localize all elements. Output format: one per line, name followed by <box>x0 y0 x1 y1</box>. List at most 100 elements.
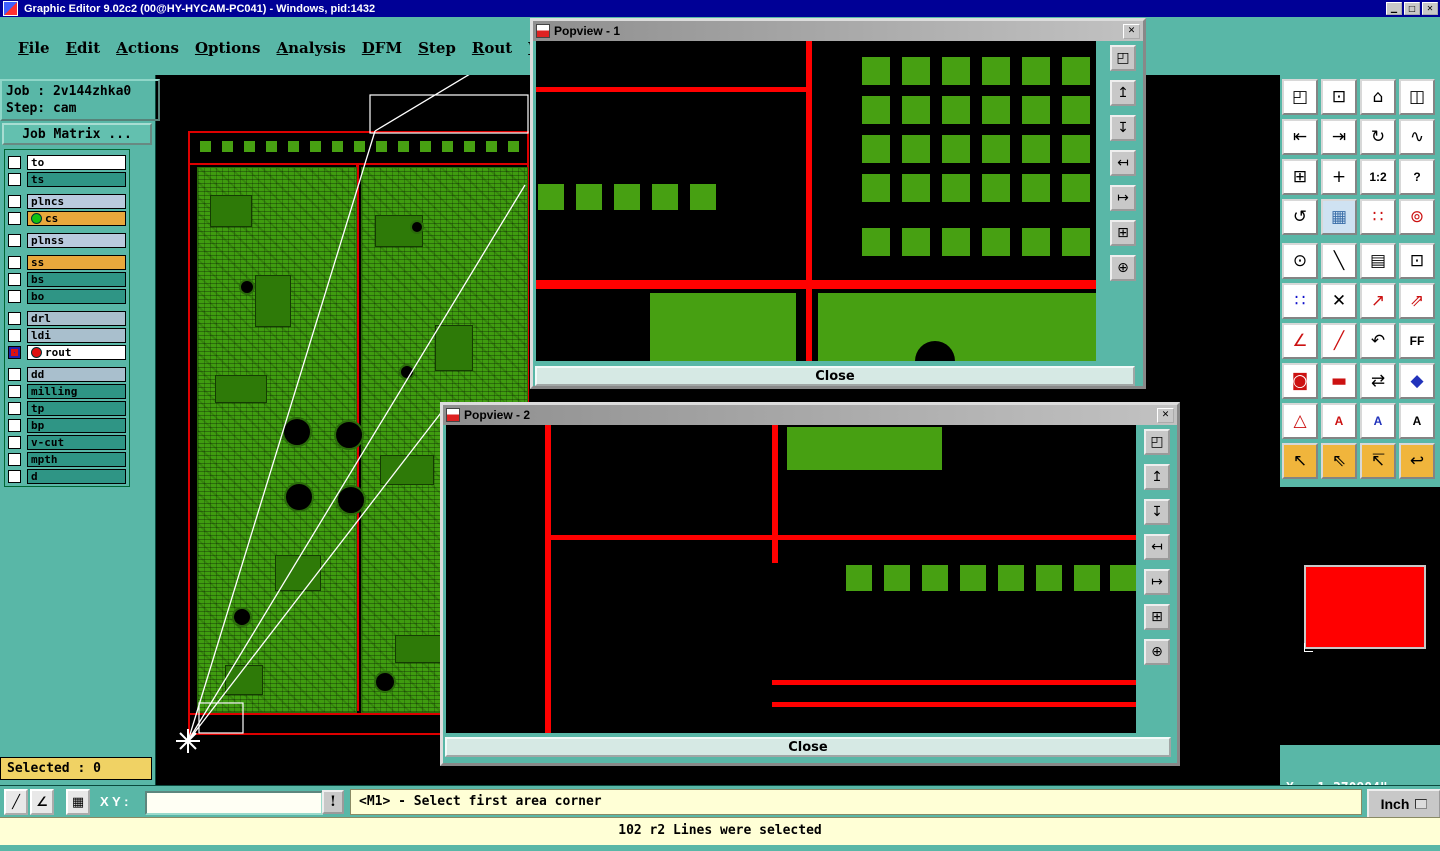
redraw-icon[interactable]: ↺ <box>1282 199 1318 235</box>
minimize-icon[interactable]: ▁ <box>1386 2 1402 15</box>
home-view-icon[interactable]: ⌂ <box>1360 79 1396 115</box>
pad-blue-red-icon[interactable]: ∷ <box>1282 283 1318 319</box>
popview-1-titlebar[interactable]: Popview - 1 ✕ <box>533 21 1143 41</box>
popview-1-canvas[interactable] <box>536 41 1104 361</box>
copy-window-icon[interactable]: ◰ <box>1282 79 1318 115</box>
pan-center-icon[interactable]: + <box>1321 159 1357 195</box>
layer-bar-ss[interactable]: ss <box>27 255 126 270</box>
angle-measure-icon[interactable]: ∠ <box>30 789 54 815</box>
mirror-text-icon[interactable]: FF <box>1399 323 1435 359</box>
popview-1-center-view-icon[interactable]: ⊕ <box>1110 255 1136 281</box>
layer-bar-bp[interactable]: bp <box>27 418 126 433</box>
popview-2-pan-down-icon[interactable]: ↧ <box>1144 499 1170 525</box>
popview-2-popout-icon[interactable]: ◰ <box>1144 429 1170 455</box>
job-matrix-button[interactable]: Job Matrix ... <box>2 123 152 145</box>
layer-checkbox-d[interactable] <box>8 470 21 483</box>
popview-1-pan-up-icon[interactable]: ↥ <box>1110 80 1136 106</box>
layer-bar-rout[interactable]: rout <box>27 345 126 360</box>
popview-2-pan-up-icon[interactable]: ↥ <box>1144 464 1170 490</box>
layer-bar-bs[interactable]: bs <box>27 272 126 287</box>
ruler-icon[interactable]: ▤ <box>1360 243 1396 279</box>
units-button[interactable]: Inch <box>1367 789 1440 819</box>
pad-frame-icon[interactable]: ◙ <box>1282 363 1318 399</box>
layer-bar-plnss[interactable]: plnss <box>27 233 126 248</box>
menu-file[interactable]: File <box>10 37 58 59</box>
layer-bar-bo[interactable]: bo <box>27 289 126 304</box>
query-cursor-icon[interactable]: ⇖ <box>1321 443 1357 479</box>
line-draw-icon[interactable]: ╱ <box>1321 323 1357 359</box>
zoom-window-icon[interactable]: ⊞ <box>1282 159 1318 195</box>
layer-checkbox-bp[interactable] <box>8 419 21 432</box>
copy-vertex-icon[interactable]: ⇗ <box>1399 283 1435 319</box>
layer-checkbox-plncs[interactable] <box>8 195 21 208</box>
layer-checkbox-ss[interactable] <box>8 256 21 269</box>
popview-1-close-icon[interactable]: ✕ <box>1123 23 1140 39</box>
origin-mark-icon[interactable]: ⊙ <box>1282 243 1318 279</box>
layer-bar-plncs[interactable]: plncs <box>27 194 126 209</box>
popview-2-close-button[interactable]: Close <box>445 737 1171 757</box>
layer-bar-milling[interactable]: milling <box>27 384 126 399</box>
layer-bar-cs[interactable]: cs <box>27 211 126 226</box>
undo-arc-icon[interactable]: ↶ <box>1360 323 1396 359</box>
layer-sequence-icon[interactable]: ∿ <box>1399 119 1435 155</box>
layer-checkbox-to[interactable] <box>8 156 21 169</box>
layer-checkbox-tp[interactable] <box>8 402 21 415</box>
slot-icon[interactable]: ▬ <box>1321 363 1357 399</box>
layer-bar-ts[interactable]: ts <box>27 172 126 187</box>
popview-2-pan-right-icon[interactable]: ↦ <box>1144 569 1170 595</box>
layer-checkbox-cs[interactable] <box>8 212 21 225</box>
pad-pair-icon[interactable]: ∷ <box>1360 199 1396 235</box>
resize-box-icon[interactable]: ⇄ <box>1360 363 1396 399</box>
layer-bar-dd[interactable]: dd <box>27 367 126 382</box>
popview-1-pan-left-icon[interactable]: ↤ <box>1110 150 1136 176</box>
layer-checkbox-bo[interactable] <box>8 290 21 303</box>
zoom-ratio-button[interactable]: 1:2 <box>1360 159 1396 195</box>
popview-2-canvas[interactable] <box>446 425 1136 733</box>
screen-view-icon[interactable]: ⊡ <box>1321 79 1357 115</box>
popview-1-close-button[interactable]: Close <box>535 366 1135 386</box>
layer-checkbox-plnss[interactable] <box>8 234 21 247</box>
maximize-icon[interactable]: □ <box>1404 2 1420 15</box>
grid-snap-icon[interactable]: ▦ <box>66 789 90 815</box>
layer-bar-mpth[interactable]: mpth <box>27 452 126 467</box>
grid-toggle-icon[interactable]: ▦ <box>1321 199 1357 235</box>
popview-1-zoom-fit-icon[interactable]: ⊞ <box>1110 220 1136 246</box>
draw-pen-icon[interactable]: ╲ <box>1321 243 1357 279</box>
popview-1-pan-right-icon[interactable]: ↦ <box>1110 185 1136 211</box>
chain-cursor-icon[interactable]: ↩ <box>1399 443 1435 479</box>
surface-fill-icon[interactable]: ◆ <box>1399 363 1435 399</box>
dotted-frame-icon[interactable]: ⊡ <box>1399 243 1435 279</box>
alert-button[interactable]: ! <box>322 790 344 814</box>
menu-dfm[interactable]: DFM <box>354 37 410 59</box>
move-vertex-icon[interactable]: ↗ <box>1360 283 1396 319</box>
layer-checkbox-milling[interactable] <box>8 385 21 398</box>
layer-bar-d[interactable]: d <box>27 469 126 484</box>
help-button[interactable]: ? <box>1399 159 1435 195</box>
zoom-in-screen-icon[interactable]: ⇤ <box>1282 119 1318 155</box>
popview-1-popout-icon[interactable]: ◰ <box>1110 45 1136 71</box>
menu-edit[interactable]: Edit <box>58 37 109 59</box>
popview-2-zoom-fit-icon[interactable]: ⊞ <box>1144 604 1170 630</box>
triangle-outline-icon[interactable]: △ <box>1282 403 1318 439</box>
layer-bar-tp[interactable]: tp <box>27 401 126 416</box>
layer-checkbox-bs[interactable] <box>8 273 21 286</box>
popview-2-close-icon[interactable]: ✕ <box>1157 407 1174 423</box>
rotate-view-icon[interactable]: ↻ <box>1360 119 1396 155</box>
menu-actions[interactable]: Actions <box>108 37 187 59</box>
layer-bar-to[interactable]: to <box>27 155 126 170</box>
layer-checkbox-mpth[interactable] <box>8 453 21 466</box>
popview-2-center-view-icon[interactable]: ⊕ <box>1144 639 1170 665</box>
text-baseline-icon[interactable]: A <box>1399 403 1435 439</box>
layer-checkbox-rout[interactable] <box>8 346 21 359</box>
delete-x-icon[interactable]: ✕ <box>1321 283 1357 319</box>
xy-input[interactable] <box>145 791 323 815</box>
line-select-icon[interactable]: ╱ <box>4 789 28 815</box>
select-cursor-icon[interactable]: ↖ <box>1282 443 1318 479</box>
layer-bar-drl[interactable]: drl <box>27 311 126 326</box>
layer-checkbox-dd[interactable] <box>8 368 21 381</box>
text-marker-blue-icon[interactable]: A <box>1360 403 1396 439</box>
layer-bar-v-cut[interactable]: v-cut <box>27 435 126 450</box>
popview-2-pan-left-icon[interactable]: ↤ <box>1144 534 1170 560</box>
window-titlebar[interactable]: Graphic Editor 9.02c2 (00@HY-HYCAM-PC041… <box>0 0 1440 17</box>
popview-1-pan-down-icon[interactable]: ↧ <box>1110 115 1136 141</box>
